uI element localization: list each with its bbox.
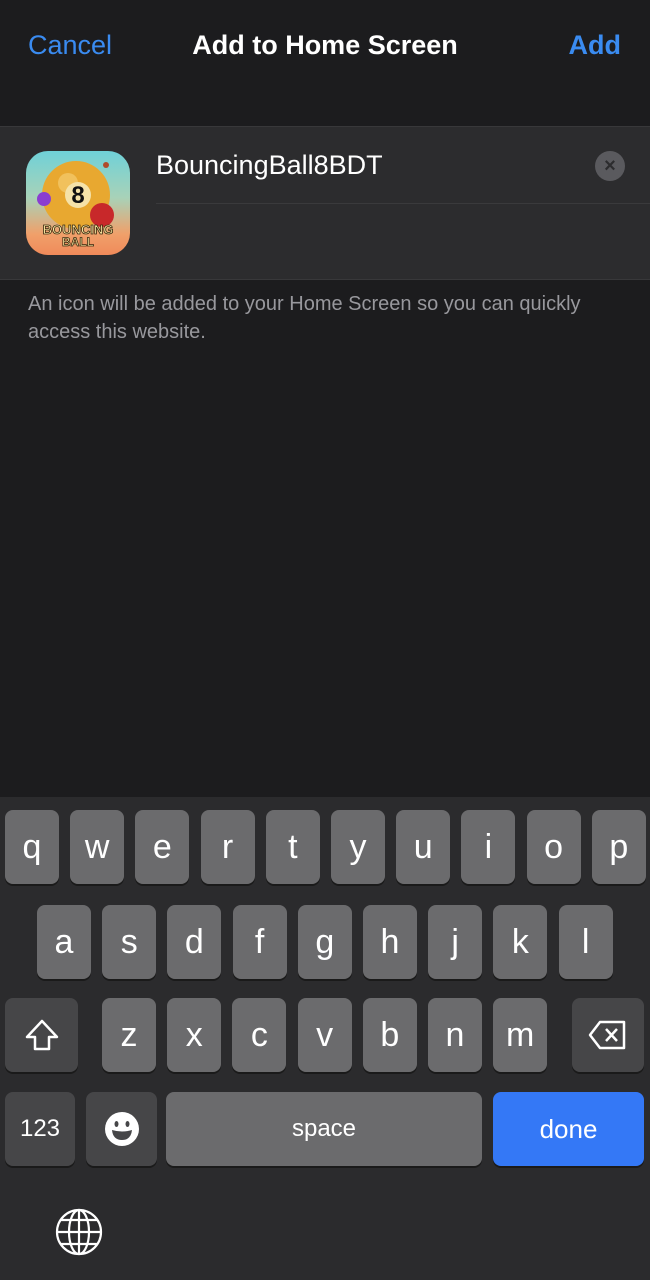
key-h[interactable]: h [363, 905, 417, 979]
cancel-button[interactable]: Cancel [28, 30, 112, 61]
key-j[interactable]: j [428, 905, 483, 979]
svg-text:8: 8 [71, 182, 84, 209]
key-n[interactable]: n [428, 998, 482, 1072]
clear-text-button[interactable]: × [595, 151, 625, 181]
add-button[interactable]: Add [569, 30, 621, 61]
key-i[interactable]: i [461, 810, 516, 884]
globe-icon [55, 1208, 103, 1256]
key-a[interactable]: a [37, 905, 91, 979]
key-p[interactable]: p [591, 810, 646, 884]
key-c[interactable]: c [232, 998, 287, 1072]
shortcut-editor: 8 BOUNCING BALL × [0, 126, 650, 280]
key-l[interactable]: l [558, 905, 613, 979]
delete-key[interactable] [572, 998, 644, 1072]
key-t[interactable]: t [265, 810, 320, 884]
shift-icon [25, 1019, 58, 1051]
shortcut-name-input[interactable] [156, 143, 576, 187]
key-r[interactable]: r [200, 810, 255, 884]
keyboard: 123 space done qwertyuiop asdfghjkl zxcvbn… [0, 797, 650, 1280]
key-z[interactable]: z [102, 998, 156, 1072]
key-q[interactable]: q [5, 810, 59, 884]
key-f[interactable]: f [232, 905, 287, 979]
key-e[interactable]: e [135, 810, 190, 884]
app-icon: 8 BOUNCING BALL [26, 151, 130, 255]
key-u[interactable]: u [396, 810, 451, 884]
svg-text:BALL: BALL [62, 235, 94, 249]
key-x[interactable]: x [167, 998, 222, 1072]
key-v[interactable]: v [297, 998, 352, 1072]
key-s[interactable]: s [102, 905, 157, 979]
emoji-key[interactable] [86, 1092, 157, 1166]
key-d[interactable]: d [167, 905, 222, 979]
close-icon: × [604, 155, 616, 177]
shift-key[interactable] [5, 998, 78, 1072]
numbers-key[interactable]: 123 [5, 1092, 75, 1166]
emoji-icon [104, 1112, 139, 1146]
globe-key[interactable] [55, 1208, 103, 1256]
description-text: An icon will be added to your Home Scree… [28, 293, 581, 343]
key-k[interactable]: k [493, 905, 548, 979]
divider [156, 203, 650, 204]
done-key[interactable]: done [493, 1092, 644, 1166]
key-y[interactable]: y [331, 810, 385, 884]
key-m[interactable]: m [493, 998, 548, 1072]
space-key[interactable]: space [166, 1092, 482, 1166]
key-o[interactable]: o [526, 810, 581, 884]
key-w[interactable]: w [70, 810, 125, 884]
key-g[interactable]: g [297, 905, 352, 979]
delete-icon [588, 1020, 626, 1050]
key-b[interactable]: b [362, 998, 417, 1072]
